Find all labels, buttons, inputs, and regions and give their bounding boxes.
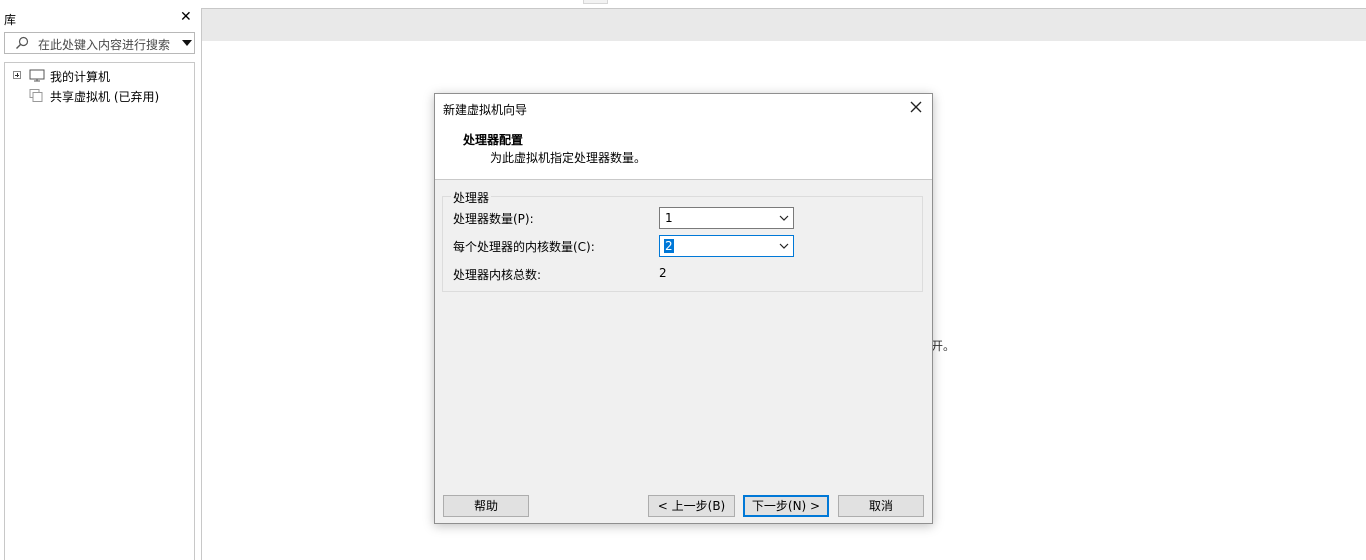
new-vm-wizard-dialog: 新建虚拟机向导 处理器配置 为此虚拟机指定处理器数量。 处理器 处理器数量(P)…: [434, 93, 933, 524]
search-dropdown-arrow-icon[interactable]: [181, 38, 193, 48]
tree-item-shared-vms[interactable]: 共享虚拟机 (已弃用): [5, 86, 185, 104]
cores-per-processor-select[interactable]: 2: [659, 235, 794, 257]
wizard-header: 新建虚拟机向导 处理器配置 为此虚拟机指定处理器数量。: [435, 94, 932, 180]
chevron-down-icon: [779, 215, 789, 221]
wizard-page-subheading: 为此虚拟机指定处理器数量。: [490, 151, 647, 165]
total-cores-value: 2: [659, 266, 667, 280]
processor-count-value: 1: [665, 211, 673, 225]
cancel-button[interactable]: 取消: [838, 495, 924, 517]
library-tree: 我的计算机 共享虚拟机 (已弃用): [4, 62, 195, 560]
search-placeholder: 在此处键入内容进行搜索: [38, 38, 171, 52]
tree-expand-icon[interactable]: [13, 71, 21, 79]
next-button[interactable]: 下一步(N) >: [743, 495, 829, 517]
library-header: 库 ✕: [0, 8, 197, 30]
shared-vm-icon: [29, 89, 43, 102]
library-search-input[interactable]: 在此处键入内容进行搜索: [4, 32, 195, 54]
tree-item-my-computer[interactable]: 我的计算机: [5, 66, 185, 84]
cores-per-processor-value: 2: [664, 239, 674, 253]
processor-group: 处理器 处理器数量(P): 1 每个处理器的内核数量(C): 2 处理器内核总数…: [442, 189, 923, 292]
tree-item-label: 共享虚拟机 (已弃用): [50, 90, 160, 104]
processor-count-select[interactable]: 1: [659, 207, 794, 229]
library-panel: 库 ✕ 在此处键入内容进行搜索 我的计算机 共享虚拟机 (已弃用): [0, 0, 197, 560]
cores-per-processor-label: 每个处理器的内核数量(C):: [453, 240, 595, 254]
background-text-fragment: 开。: [931, 339, 956, 353]
library-title: 库: [4, 13, 17, 27]
top-edge-handle[interactable]: [583, 0, 608, 4]
processor-group-label: 处理器: [451, 189, 492, 206]
total-cores-label: 处理器内核总数:: [453, 268, 542, 282]
search-icon: [16, 36, 29, 49]
close-icon[interactable]: [908, 99, 924, 115]
computer-icon: [29, 69, 45, 82]
chevron-down-icon: [779, 243, 789, 249]
tree-item-label: 我的计算机: [50, 70, 111, 84]
help-button[interactable]: 帮助: [443, 495, 529, 517]
main-header-strip: [202, 9, 1366, 41]
wizard-title: 新建虚拟机向导: [443, 103, 528, 117]
wizard-page-heading: 处理器配置: [463, 133, 524, 147]
back-button[interactable]: < 上一步(B): [648, 495, 735, 517]
processor-count-label: 处理器数量(P):: [453, 212, 534, 226]
library-close-icon[interactable]: ✕: [180, 9, 192, 25]
